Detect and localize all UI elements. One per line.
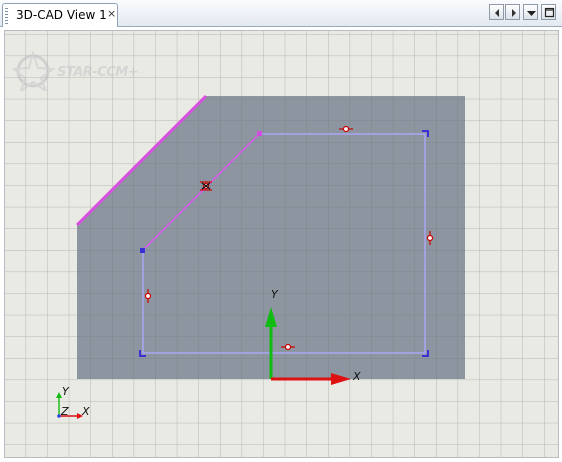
dropdown-icon (527, 11, 536, 16)
viewport-scene: Y X Y X Z (5, 31, 558, 457)
tab-3d-cad-view[interactable]: 3D-CAD View 1 × (2, 3, 118, 27)
sketch-vertex[interactable] (257, 131, 262, 136)
triad-x-label: X (81, 405, 90, 418)
triad-z-label: Z (60, 405, 69, 418)
watermark-text: STAR-CCM+ (57, 65, 139, 80)
star-ccm-logo-icon (13, 51, 56, 91)
star-ccm-watermark: STAR-CCM+ (13, 51, 153, 91)
maximize-icon (544, 7, 555, 18)
close-icon[interactable]: × (107, 7, 116, 20)
tab-label: 3D-CAD View 1 (16, 8, 107, 22)
editor-tab-bar: 3D-CAD View 1 × (0, 0, 562, 27)
tab-list-dropdown-button[interactable] (523, 4, 538, 20)
sketch-vertex[interactable] (140, 248, 145, 253)
maximize-button[interactable] (541, 4, 556, 20)
scroll-right-button[interactable] (505, 4, 520, 20)
sketch-x-axis-label: X (352, 370, 361, 383)
tab-drag-grip[interactable] (5, 8, 8, 24)
scroll-left-button[interactable] (489, 4, 504, 20)
scroll-right-icon (512, 9, 516, 17)
scroll-left-icon (495, 9, 499, 17)
3d-cad-viewport[interactable]: Y X Y X Z STAR-CCM+ (4, 30, 559, 458)
